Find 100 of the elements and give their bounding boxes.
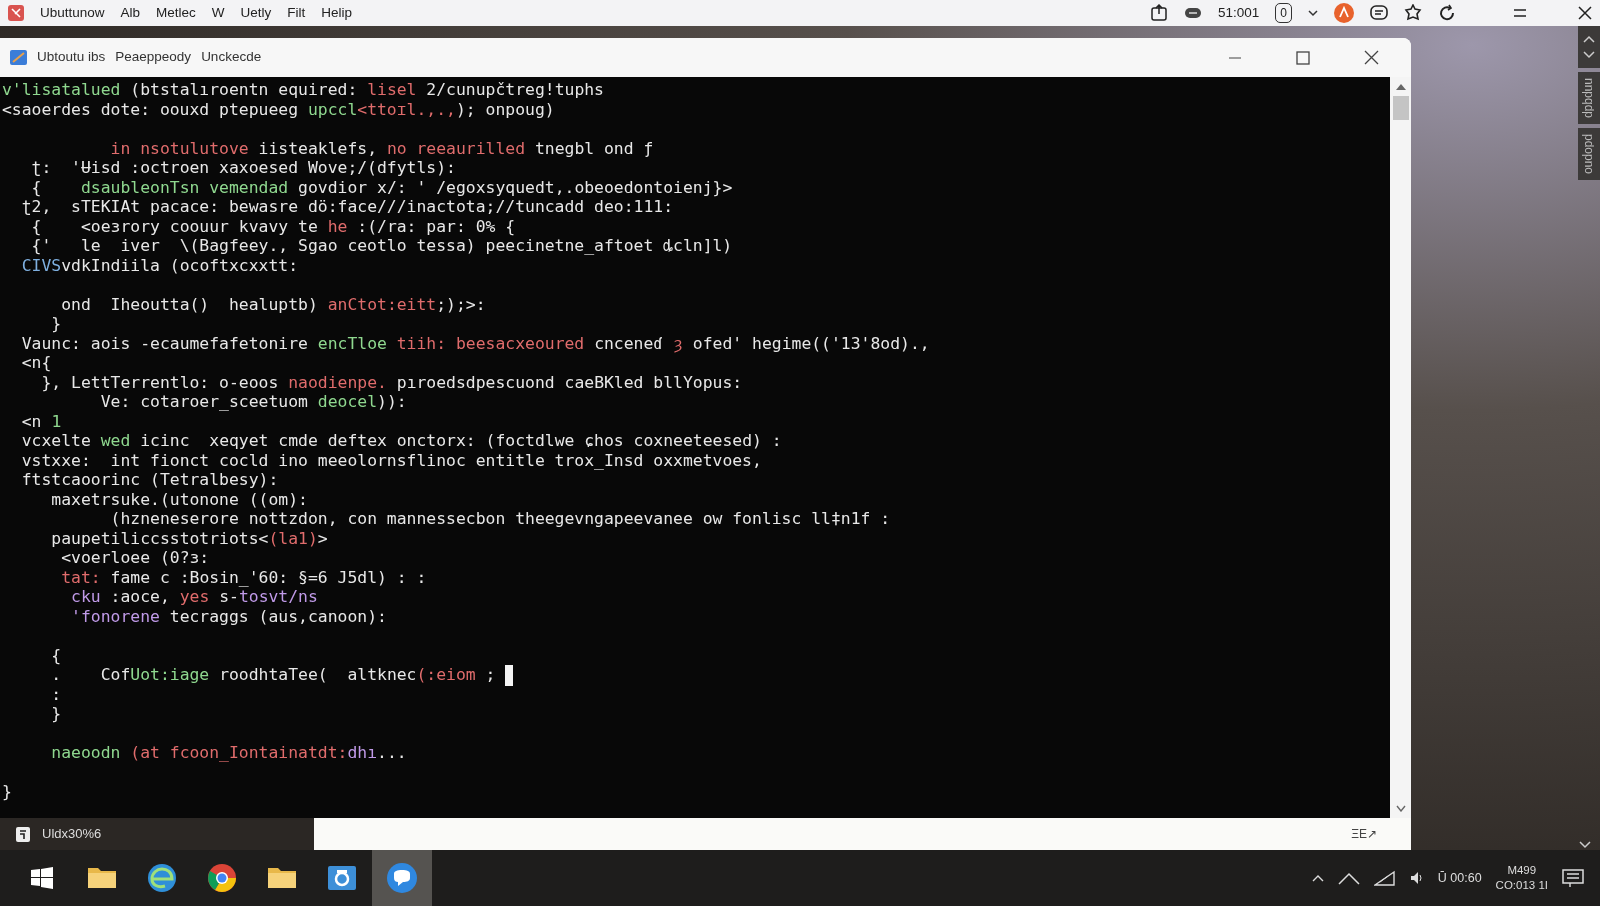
maximize-icon[interactable] xyxy=(1296,50,1310,65)
terminal-text: v'lisatalued xyxy=(2,80,121,100)
menu-item[interactable]: Filt xyxy=(287,2,306,24)
terminal-text: maxetrsuke.(utonone ((om): xyxy=(51,489,308,509)
menu-item[interactable]: Ubuttunow xyxy=(40,2,105,24)
terminal-text: tnegbl ond ƒ xyxy=(534,138,654,158)
terminal-text: pıroedsdpescuond caeBKled bllYopus: xyxy=(396,372,743,392)
clock-text[interactable]: CO:013 1I xyxy=(1495,878,1548,893)
terminal-text: no reeaurilled xyxy=(386,138,526,158)
tray-text: Ū 00:60 xyxy=(1437,869,1482,887)
terminal-text: :aoce, xyxy=(110,587,170,607)
file-icon xyxy=(16,826,30,842)
storage-icon[interactable] xyxy=(1184,6,1202,20)
menu-item[interactable]: Metlec xyxy=(156,2,196,24)
taskbar-button[interactable] xyxy=(372,850,432,906)
terminal-text: { <oeɜrory coouur kvavy te xyxy=(31,216,318,236)
terminal-text: he xyxy=(327,216,348,236)
clock-text[interactable]: M499 xyxy=(1507,863,1537,878)
scrollbar[interactable] xyxy=(1390,77,1411,818)
terminal-text: s- xyxy=(219,587,239,607)
share-icon[interactable] xyxy=(1150,4,1168,22)
terminal-text: <n{ xyxy=(21,353,52,373)
terminal-text: . Cof xyxy=(51,665,131,685)
terminal-text: {' le iver \(Bagfeey., Sgao ceotlo tessa) peecinetne_aftoet ȡcln]l) xyxy=(31,236,733,256)
chevron-down-icon[interactable] xyxy=(1578,840,1592,850)
caret-icon[interactable] xyxy=(1308,9,1318,17)
network-icon[interactable] xyxy=(1373,870,1396,886)
scroll-down-icon[interactable] xyxy=(1395,805,1406,812)
terminal-text: 'fonorene xyxy=(71,606,160,626)
terminal-text: roodhtaTee( altknec xyxy=(219,665,417,685)
terminal-text: paupetiliccsstotriots< xyxy=(51,528,269,548)
side-tab[interactable]: pdopno xyxy=(1578,128,1600,181)
terminal-text: (hzneneserore nottzdon, con mannessecbon theegevngapeevanee ow fonlisc ll‡n1f : xyxy=(110,509,891,529)
terminal-text: )): xyxy=(377,392,407,412)
side-tab[interactable]: nnpqdp xyxy=(1578,72,1600,125)
terminal-text: (at fcoon_Iontainatdt: xyxy=(130,743,348,763)
terminal-text: ofed' hegime(('13'8od)., xyxy=(692,333,930,353)
scroll-thumb[interactable] xyxy=(1392,96,1409,120)
speaker-icon[interactable] xyxy=(1409,871,1424,885)
terminal-text: Vaunc: aois -ecaumefafetonire xyxy=(21,333,308,353)
terminal-text: } xyxy=(2,782,12,802)
scroll-up-icon[interactable] xyxy=(1395,83,1406,90)
terminal-text: cku xyxy=(71,587,101,607)
notification-icon[interactable] xyxy=(1562,868,1584,888)
terminal-text: ); onpoug) xyxy=(455,99,555,119)
terminal-text: vdkIndiila (ocoftxcxxtt: xyxy=(61,255,299,275)
chevron-up-icon[interactable] xyxy=(1311,874,1324,882)
terminal-text: <n xyxy=(21,411,42,431)
app-icon xyxy=(8,5,24,21)
terminal-icon xyxy=(10,50,27,65)
menu-item[interactable]: Alb xyxy=(120,2,141,24)
window-title: Ubtoutu ibs xyxy=(37,48,106,67)
globe-icon xyxy=(146,862,178,894)
terminal-text: }, LettTerrentlo: o-eoos xyxy=(41,372,279,392)
browser-icon xyxy=(206,862,238,894)
terminal-text: 1 xyxy=(51,411,62,431)
terminal-text: in nsotulutove xyxy=(110,138,249,158)
terminal-text: : xyxy=(51,684,62,704)
terminal-text: dhı xyxy=(347,743,377,763)
close-icon[interactable] xyxy=(1578,6,1592,20)
menu-item[interactable]: Uetly xyxy=(240,2,272,24)
chat-icon xyxy=(386,862,418,894)
windows-icon[interactable] xyxy=(31,867,53,889)
chat-icon[interactable] xyxy=(1370,4,1388,22)
terminal-text: govdior x/: ' /egoxsyquedt,.obeoedontoienj}> xyxy=(298,177,733,197)
terminal-text: ond Iheoutta() healuptb) xyxy=(61,294,318,314)
terminal-text: iisteaklefs, xyxy=(258,138,377,158)
terminal-text: vcxelte xyxy=(21,431,91,451)
status-text: ΞE↗ xyxy=(1351,826,1377,843)
menu-item[interactable]: Helip xyxy=(321,2,353,24)
terminal-text: wed xyxy=(100,431,131,451)
terminal-text: { xyxy=(31,177,42,197)
terminal-text: <voerloee (0?ɜ: xyxy=(61,548,210,568)
terminal-text: yes xyxy=(179,587,210,607)
terminal-text: (la1) xyxy=(268,528,318,548)
terminal-text: } xyxy=(51,704,62,724)
terminal-text: ȝ xyxy=(673,333,683,353)
terminal-text: encTloe xyxy=(317,333,387,353)
terminal-text: CIVS xyxy=(21,255,62,275)
terminal-text: 2/cunupčtreg!tuphs xyxy=(426,80,604,100)
terminal-text: Uot:iage xyxy=(130,665,210,685)
status-text: Uldx30%6 xyxy=(42,825,102,844)
menu-icon[interactable] xyxy=(1512,7,1528,19)
terminal-text: fame c :Bosin_'60: §=6 J5dl) : : xyxy=(110,567,427,587)
terminal-text: lisel xyxy=(367,80,417,100)
terminal-text: deocel xyxy=(317,392,377,412)
terminal-text: ; xyxy=(485,665,496,685)
menu-item[interactable]: W xyxy=(211,2,225,24)
status-text: 51:001 xyxy=(1218,3,1260,22)
terminal-text: cnceneɗ xyxy=(594,333,664,353)
close-icon[interactable] xyxy=(1364,50,1379,65)
terminal-text: dsaubleonTsn vemendad xyxy=(80,177,289,197)
terminal-text: <ttoɪl.,., xyxy=(357,99,456,119)
refresh-icon[interactable] xyxy=(1438,4,1456,22)
window-title: Unckecde xyxy=(201,48,262,67)
terminal-text: :(/ra: par: 0% { xyxy=(357,216,516,236)
window-title: Peaeppeody xyxy=(115,48,192,67)
app-icon[interactable] xyxy=(1334,3,1354,23)
terminal-text: ftstcaoorinc (Tetralbesy): xyxy=(21,470,279,490)
status-badge[interactable]: 0 xyxy=(1275,3,1292,23)
